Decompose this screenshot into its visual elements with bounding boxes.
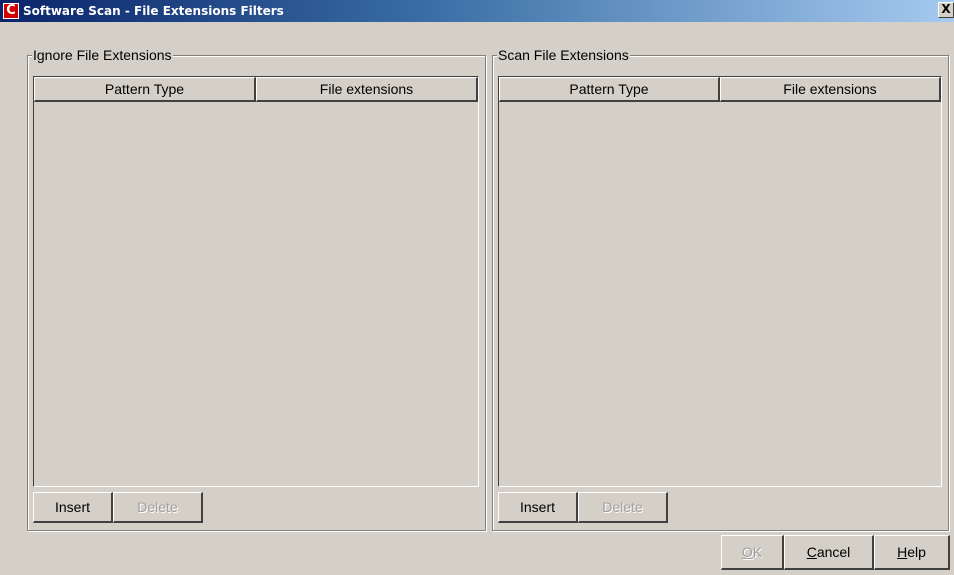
scan-button-row: Insert Delete	[498, 492, 668, 523]
window-title: Software Scan - File Extensions Filters	[23, 4, 284, 18]
help-mnemonic: H	[897, 544, 908, 560]
scan-table-header: Pattern Type File extensions	[499, 77, 941, 102]
ignore-delete-button[interactable]: Delete	[113, 492, 203, 523]
close-button[interactable]: X	[938, 2, 954, 18]
scan-extensions-table[interactable]: Pattern Type File extensions	[498, 76, 942, 487]
close-icon: X	[941, 2, 951, 16]
cancel-mnemonic: C	[806, 544, 817, 560]
app-icon: C	[3, 3, 19, 19]
title-bar[interactable]: C Software Scan - File Extensions Filter…	[0, 0, 954, 22]
ignore-group-legend: Ignore File Extensions	[32, 47, 173, 63]
ignore-extensions-group: Ignore File Extensions Pattern Type File…	[27, 47, 486, 531]
scan-group-legend: Scan File Extensions	[497, 47, 630, 63]
scan-extensions-group: Scan File Extensions Pattern Type File e…	[492, 47, 949, 531]
ok-label-rest: K	[752, 544, 763, 560]
ignore-table-header: Pattern Type File extensions	[34, 77, 478, 102]
ok-button[interactable]: OK	[721, 535, 784, 570]
help-button[interactable]: Help	[874, 535, 950, 570]
cancel-label-rest: ancel	[816, 544, 851, 560]
cancel-button[interactable]: Cancel	[784, 535, 874, 570]
scan-col-file-extensions[interactable]: File extensions	[720, 77, 941, 102]
scan-insert-button[interactable]: Insert	[498, 492, 578, 523]
ok-mnemonic: O	[741, 544, 753, 560]
scan-delete-button[interactable]: Delete	[578, 492, 668, 523]
help-label-rest: elp	[907, 544, 926, 560]
dialog-window: C Software Scan - File Extensions Filter…	[0, 0, 954, 575]
ignore-insert-button[interactable]: Insert	[33, 492, 113, 523]
ignore-col-pattern-type[interactable]: Pattern Type	[34, 77, 256, 102]
dialog-button-row: OK Cancel Help	[721, 535, 950, 570]
ignore-button-row: Insert Delete	[33, 492, 203, 523]
scan-col-pattern-type[interactable]: Pattern Type	[499, 77, 720, 102]
ignore-col-file-extensions[interactable]: File extensions	[256, 77, 478, 102]
ignore-extensions-table[interactable]: Pattern Type File extensions	[33, 76, 479, 487]
